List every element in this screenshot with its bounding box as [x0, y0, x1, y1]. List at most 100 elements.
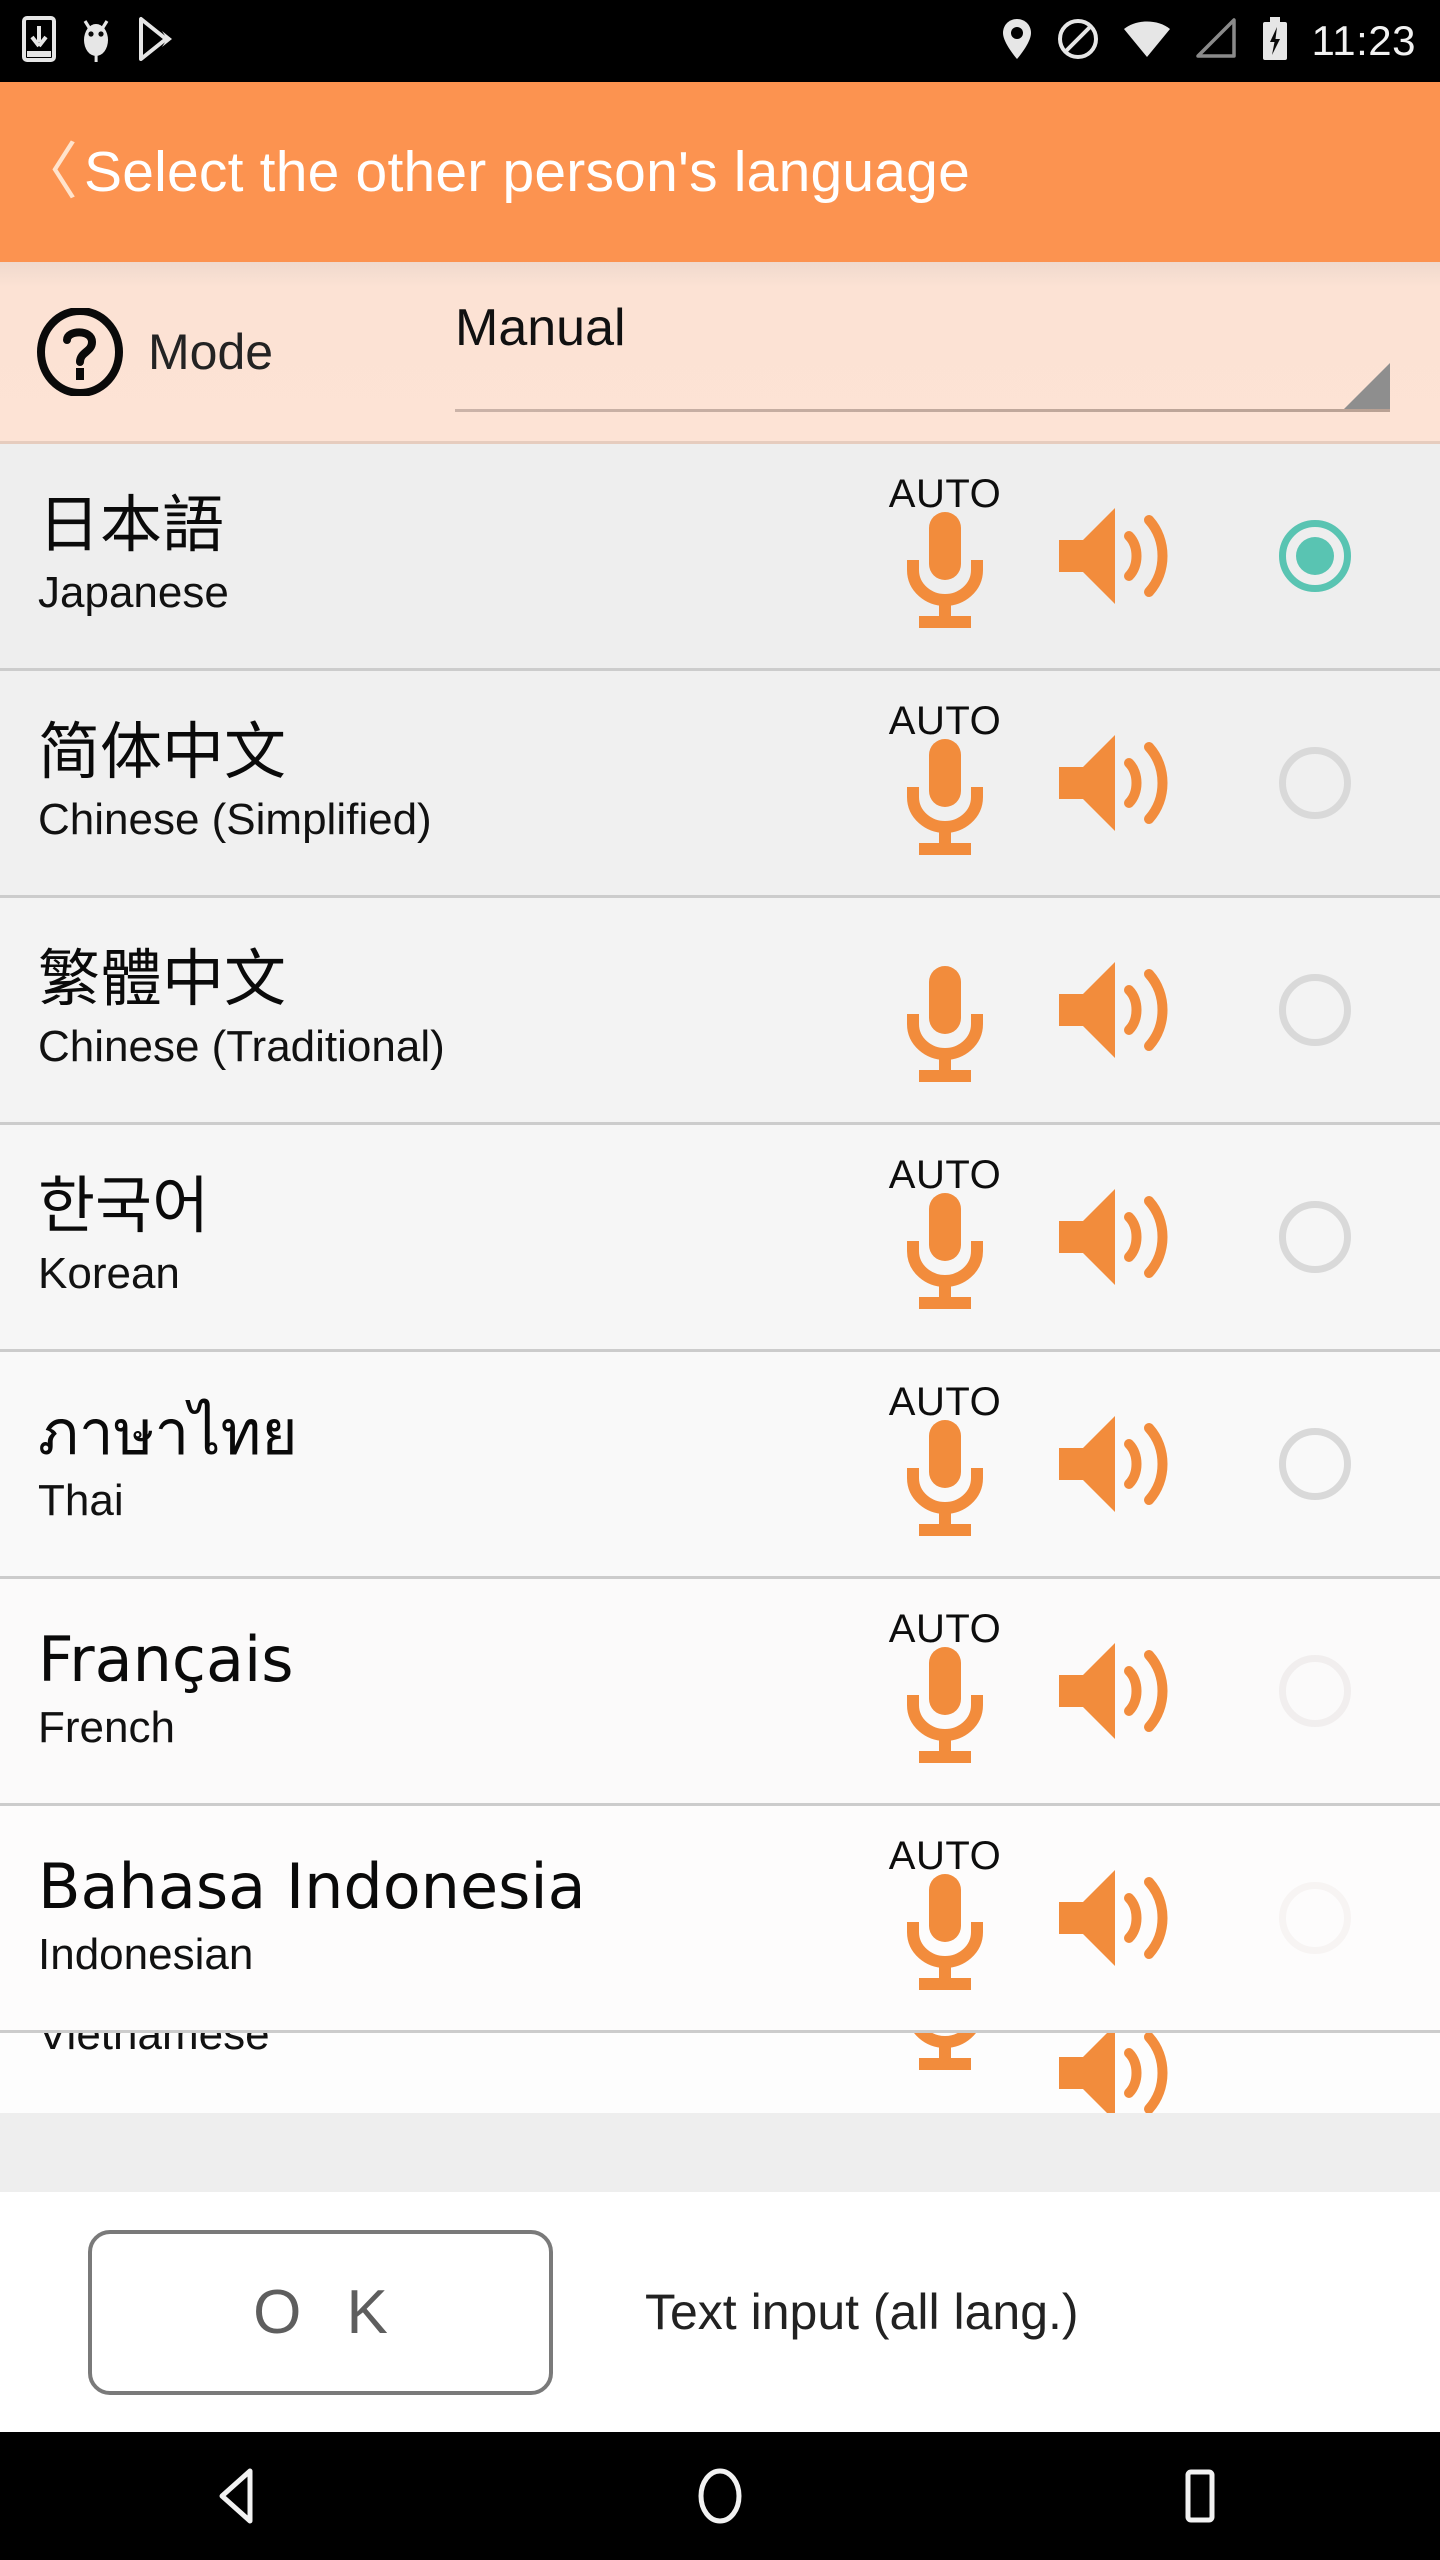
language-names: Bahasa IndonesiaIndonesian [38, 1854, 878, 1982]
language-native-name: Français [38, 1627, 878, 1694]
language-english-name: Chinese (Traditional) [38, 1021, 878, 1074]
circle-home-icon [691, 2466, 749, 2526]
language-names: Tiếng ViệtVietnamese [38, 2033, 878, 2062]
language-names: Français French [38, 1627, 878, 1755]
speaker-button[interactable] [1020, 1410, 1220, 1518]
question-mark-circle-icon[interactable] [36, 308, 124, 396]
language-list[interactable]: 日本語JapaneseAUTO简体中文Chinese (Simplified)A… [0, 444, 1440, 2192]
language-row[interactable]: Bahasa IndonesiaIndonesianAUTO [0, 1806, 1440, 2033]
mic-button[interactable] [870, 920, 1020, 1100]
speaker-button[interactable] [1020, 956, 1220, 1064]
title-bar[interactable]: 〈 Select the other person's language [0, 82, 1440, 262]
microphone-icon [897, 508, 993, 632]
mic-button[interactable]: AUTO [870, 693, 1020, 873]
android-navigation-bar [0, 2432, 1440, 2560]
play-store-icon [136, 16, 176, 67]
language-radio-button[interactable] [1220, 1655, 1410, 1727]
auto-badge: AUTO [889, 699, 1001, 744]
auto-badge: AUTO [889, 1380, 1001, 1425]
mic-button[interactable]: AUTO [870, 1147, 1020, 1327]
language-english-name: Chinese (Simplified) [38, 794, 878, 847]
speaker-button[interactable] [1020, 1864, 1220, 1972]
nav-back-button[interactable] [140, 2432, 340, 2560]
language-native-name: 日本語 [38, 492, 878, 559]
speaker-button[interactable] [1020, 2033, 1220, 2113]
status-bar-right-icons: 11:23 [1000, 16, 1417, 67]
status-bar: 11:23 [0, 0, 1440, 82]
wifi-icon [1122, 19, 1172, 64]
radio-unselected-icon[interactable] [1279, 747, 1351, 819]
microphone-icon [897, 962, 993, 1086]
nav-recents-button[interactable] [1100, 2432, 1300, 2560]
language-names: 日本語 Japanese [38, 492, 878, 620]
battery-charging-icon [1260, 16, 1290, 67]
back-chevron-icon[interactable]: 〈 [16, 141, 78, 203]
speaker-button[interactable] [1020, 502, 1220, 610]
microphone-icon [897, 2033, 993, 2074]
language-radio-button[interactable] [1220, 974, 1410, 1046]
language-native-name: ภาษาไทย [38, 1400, 878, 1467]
language-radio-button[interactable] [1220, 1428, 1410, 1500]
mic-button[interactable]: AUTO [870, 1601, 1020, 1781]
auto-badge: AUTO [889, 1607, 1001, 1652]
language-english-name: Japanese [38, 567, 878, 620]
language-english-name: Korean [38, 1248, 878, 1301]
mic-button[interactable]: AUTO [870, 1374, 1020, 1554]
language-native-name: 简体中文 [38, 719, 878, 786]
language-names: 한국어 Korean [38, 1173, 878, 1301]
language-names: 简体中文 Chinese (Simplified) [38, 719, 878, 847]
language-radio-button[interactable] [1220, 1201, 1410, 1273]
language-native-name: 한국어 [38, 1173, 878, 1240]
language-names: 繁體中文Chinese (Traditional) [38, 946, 878, 1074]
mode-label: Mode [148, 323, 273, 381]
language-radio-button[interactable] [1220, 520, 1410, 592]
status-bar-clock: 11:23 [1312, 17, 1417, 65]
download-to-phone-icon [22, 16, 56, 67]
language-english-name: Thai [38, 1475, 878, 1528]
microphone-icon [897, 1870, 993, 1994]
language-native-name: Bahasa Indonesia [38, 1854, 878, 1921]
status-bar-left-icons [22, 15, 176, 68]
mic-button[interactable]: AUTO [870, 466, 1020, 646]
speaker-button[interactable] [1020, 1637, 1220, 1745]
language-english-name: Vietnamese [38, 2033, 878, 2062]
speaker-icon [1055, 1864, 1185, 1972]
radio-selected-icon[interactable] [1279, 520, 1351, 592]
language-row[interactable]: 한국어 Korean AUTO [0, 1125, 1440, 1352]
language-row[interactable]: 简体中文 Chinese (Simplified) AUTO [0, 671, 1440, 898]
square-recents-icon [1178, 2466, 1222, 2526]
radio-unselected-icon[interactable] [1279, 1655, 1351, 1727]
mic-button[interactable]: AUTO [870, 1828, 1020, 2008]
chevron-down-icon[interactable] [1344, 363, 1390, 409]
do-not-disturb-icon [1056, 17, 1100, 66]
radio-unselected-icon[interactable] [1279, 974, 1351, 1046]
language-row[interactable]: 繁體中文Chinese (Traditional) [0, 898, 1440, 1125]
language-row[interactable]: Tiếng ViệtVietnameseAUTO [0, 2033, 1440, 2113]
microphone-icon [897, 735, 993, 859]
auto-badge: AUTO [889, 1153, 1001, 1198]
auto-badge: AUTO [889, 1834, 1001, 1879]
nav-home-button[interactable] [620, 2432, 820, 2560]
language-row[interactable]: 日本語 JapaneseAUTO [0, 444, 1440, 671]
speaker-icon [1055, 502, 1185, 610]
mic-button[interactable]: AUTO [870, 2033, 1020, 2088]
language-row[interactable]: Français French AUTO [0, 1579, 1440, 1806]
speaker-button[interactable] [1020, 1183, 1220, 1291]
microphone-icon [897, 1189, 993, 1313]
radio-unselected-icon[interactable] [1279, 1882, 1351, 1954]
language-row[interactable]: ภาษาไทย Thai AUTO [0, 1352, 1440, 1579]
triangle-back-icon [212, 2467, 268, 2525]
cell-signal-icon [1194, 18, 1238, 65]
mode-spinner[interactable]: Manual [455, 294, 1390, 412]
radio-unselected-icon[interactable] [1279, 1428, 1351, 1500]
speaker-button[interactable] [1020, 729, 1220, 837]
language-radio-button[interactable] [1220, 1882, 1410, 1954]
text-input-all-lang-button[interactable]: Text input (all lang.) [645, 2283, 1079, 2341]
microphone-icon [897, 1416, 993, 1540]
radio-unselected-icon[interactable] [1279, 1201, 1351, 1273]
ok-button[interactable]: O K [88, 2230, 553, 2395]
language-radio-button[interactable] [1220, 747, 1410, 819]
bottom-action-bar: O K Text input (all lang.) [0, 2192, 1440, 2432]
language-english-name: French [38, 1702, 878, 1755]
microphone-icon [897, 1643, 993, 1767]
